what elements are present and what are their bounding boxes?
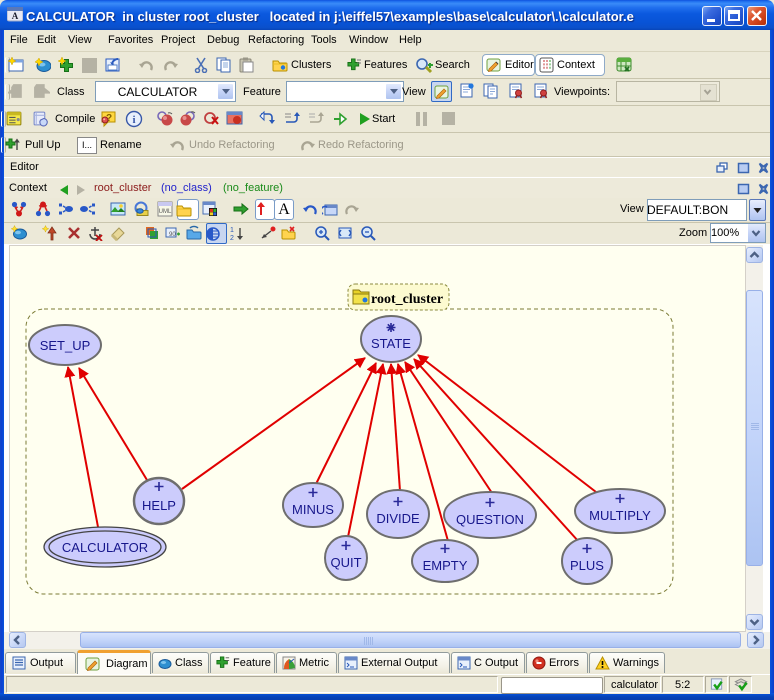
svg-text:PLUS: PLUS [570,558,604,573]
svg-text:1: 1 [230,227,234,234]
svg-text:UML: UML [159,209,172,215]
svg-text:MULTIPLY: MULTIPLY [589,508,651,523]
svg-text:SET_UP: SET_UP [40,338,91,353]
svg-text:i: i [132,114,135,126]
svg-text:QUIT: QUIT [330,555,361,570]
svg-text:A: A [12,11,19,21]
svg-text:DIVIDE: DIVIDE [376,511,420,526]
svg-text:HELP: HELP [142,498,176,513]
svg-text:90: 90 [169,232,176,238]
svg-text:MINUS: MINUS [292,502,334,517]
svg-text:STATE: STATE [371,336,411,351]
svg-text:CALCULATOR: CALCULATOR [62,540,148,555]
svg-text:QUESTION: QUESTION [456,512,524,527]
svg-text:root_cluster: root_cluster [371,292,443,307]
svg-text:2: 2 [230,235,234,241]
svg-text:EMPTY: EMPTY [423,558,468,573]
